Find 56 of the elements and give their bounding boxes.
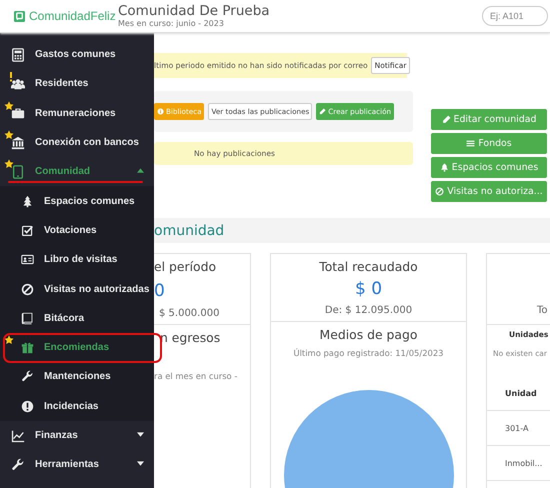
table-cell: Inmobil... (505, 458, 542, 468)
submenu-item[interactable]: Votaciones (0, 216, 154, 246)
checkbox-icon (21, 224, 34, 237)
briefcase-icon (11, 106, 25, 120)
tablet-icon (11, 164, 25, 179)
tree-icon (21, 194, 34, 208)
card-title: Total recaudado (319, 258, 418, 274)
pencil-icon (319, 108, 326, 115)
current-month: Mes en curso: junio - 2023 (118, 19, 225, 29)
info-icon (157, 108, 164, 115)
sidebar-item[interactable]: Comunidad (0, 157, 154, 186)
card-detail: $ 5.000.000 (158, 308, 220, 319)
submenu-item[interactable]: Bitácora (0, 304, 154, 333)
book-icon (21, 312, 34, 325)
line-chart-icon (11, 428, 25, 442)
ban-icon (21, 282, 34, 296)
bars-icon (466, 139, 476, 148)
card-title: el período (154, 259, 216, 274)
card-amount: 0 (154, 280, 165, 301)
calculator-icon (11, 48, 25, 62)
pencil-icon (442, 115, 451, 124)
caret-icon[interactable] (137, 432, 144, 437)
bell-icon (440, 163, 449, 172)
wrench-icon (11, 458, 25, 472)
card-note: Último pago registrado: 11/05/2023 (293, 348, 444, 358)
id-card-icon (21, 253, 34, 266)
table-cell: 301-A (505, 424, 528, 432)
logo-icon (14, 10, 25, 22)
column-header: Unidad (505, 388, 537, 398)
sidebar-item[interactable]: Gastos comunes (0, 40, 154, 70)
submenu-item[interactable]: Libro de visitas (0, 245, 154, 274)
sidebar-item[interactable]: Conexión con bancos (0, 128, 154, 158)
card-subtitle: Medios de pago (320, 327, 418, 342)
card-note: ra el mes en curso - (154, 371, 238, 381)
sidebar-item[interactable]: Herramientas (0, 450, 154, 480)
submenu-item[interactable]: Espacios comunes (0, 186, 154, 216)
gift-icon (21, 341, 34, 354)
exclamation-icon (21, 400, 34, 413)
card-amount: $ 0 (354, 279, 382, 300)
sidebar-item[interactable]: Finanzas (0, 420, 154, 450)
submenu-item[interactable]: Mantenciones (0, 362, 154, 392)
submenu-item[interactable]: Visitas no autorizadas (0, 274, 154, 304)
bank-icon (11, 136, 25, 150)
card-detail: De: $ 12.095.000 (324, 305, 412, 316)
sidebar-item[interactable]: Remuneraciones (0, 98, 154, 128)
submenu-item[interactable]: Encomiendas (0, 332, 154, 362)
ban-icon (435, 187, 444, 196)
section-title: omunidad (154, 222, 224, 238)
wrench-icon (21, 370, 34, 384)
people-icon (11, 76, 25, 91)
community-title: Comunidad De Prueba (118, 3, 270, 19)
card-detail: To (536, 305, 548, 316)
submenu-item[interactable]: Incidencias (0, 392, 154, 421)
sidebar-item[interactable]: Residentes (0, 69, 154, 99)
search-field[interactable]: Ej: A101 (482, 6, 548, 26)
caret-icon[interactable] (137, 461, 144, 466)
